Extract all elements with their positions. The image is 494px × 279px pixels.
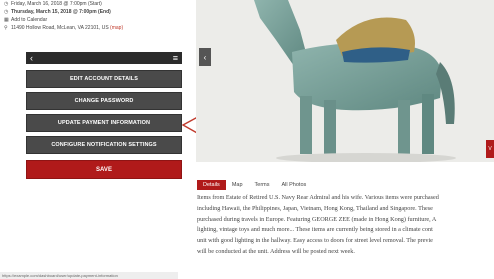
tab-terms[interactable]: Terms: [249, 180, 276, 190]
details-line: purchased during travels in Europe. Feat…: [197, 215, 437, 223]
details-line: unit with good lighting in the hallway. …: [197, 237, 433, 245]
photo-gallery[interactable]: [196, 0, 494, 162]
horse-sculpture-image: [196, 0, 494, 162]
status-bar-url: https://example.com/dashboard/user/updat…: [0, 272, 178, 279]
details-line: Items from Estate of Retired U.S. Navy R…: [197, 194, 439, 201]
gallery-prev-button[interactable]: ‹: [199, 48, 211, 66]
detail-tabs: Details Map Terms All Photos: [197, 180, 312, 190]
gallery-next-button[interactable]: V: [486, 140, 494, 158]
details-line: including Hawaii, the Philippines, Japan…: [197, 204, 433, 212]
details-line: will be conducted at the unit. Address w…: [197, 247, 355, 255]
tab-details[interactable]: Details: [197, 180, 226, 190]
tab-all-photos[interactable]: All Photos: [276, 180, 313, 190]
details-text: Items from Estate of Retired U.S. Navy R…: [197, 193, 494, 258]
tab-map[interactable]: Map: [226, 180, 249, 190]
details-line: lighting, vintage toys and much more... …: [197, 226, 433, 234]
